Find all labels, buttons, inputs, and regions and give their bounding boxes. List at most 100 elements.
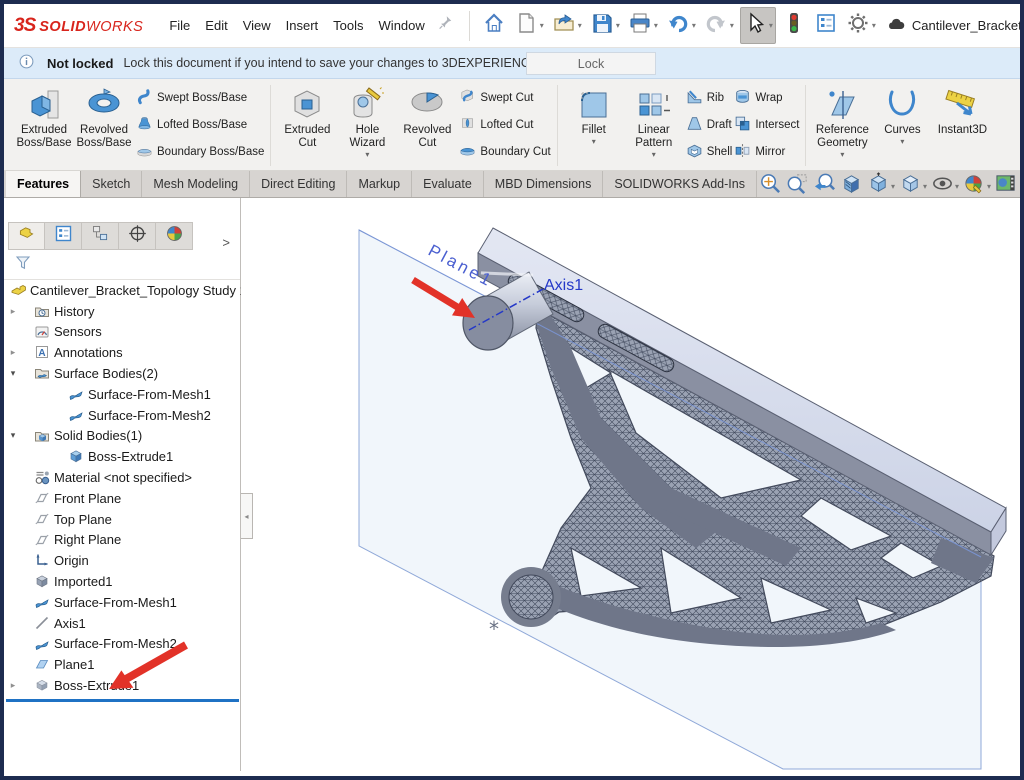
home-button[interactable] <box>480 8 508 43</box>
dropdown-caret-icon[interactable]: ▾ <box>769 21 773 30</box>
reference-geometry-button[interactable]: Reference Geometry▾ <box>812 84 872 160</box>
fillet-button[interactable]: Fillet▾ <box>564 84 624 147</box>
tab-markup[interactable]: Markup <box>347 171 412 197</box>
redo-button[interactable]: ▾ <box>702 8 736 43</box>
dropdown-caret-icon[interactable]: ▾ <box>654 21 658 30</box>
tab-direct-editing[interactable]: Direct Editing <box>250 171 347 197</box>
zoom-area-button[interactable] <box>786 172 809 200</box>
model-view[interactable]: Axis1 Plane1 * <box>241 198 1019 770</box>
menu-view[interactable]: View <box>243 18 271 33</box>
tree-item-right-plane[interactable]: Right Plane <box>4 530 240 551</box>
panel-tab-propertymanager[interactable] <box>45 222 82 250</box>
menu-tools[interactable]: Tools <box>333 18 363 33</box>
axis1-label[interactable]: Axis1 <box>544 277 583 294</box>
draft-button[interactable]: Draft <box>686 111 733 138</box>
tab-solidworks-add-ins[interactable]: SOLIDWORKS Add-Ins <box>603 171 757 197</box>
revolved-boss-button[interactable]: Revolved Boss/Base <box>74 84 134 150</box>
tree-item-boss-extrude1[interactable]: Boss-Extrude1 <box>4 446 240 467</box>
gear-button[interactable]: ▾ <box>844 8 878 43</box>
lock-button[interactable]: Lock <box>526 52 656 75</box>
tab-evaluate[interactable]: Evaluate <box>412 171 484 197</box>
dropdown-caret-icon[interactable]: ▾ <box>578 21 582 30</box>
collapse-arrow-icon[interactable]: ▾ <box>8 430 18 441</box>
intersect-button[interactable]: Intersect <box>734 111 799 138</box>
boundary-cut-button[interactable]: Boundary Cut <box>459 138 550 165</box>
dropdown-caret-icon[interactable]: ▾ <box>540 21 544 30</box>
tree-item-history[interactable]: ▸History <box>4 301 240 322</box>
swept-cut-button[interactable]: Swept Cut <box>459 84 550 111</box>
select-cursor-button[interactable]: ▾ <box>740 7 776 44</box>
lofted-boss-button[interactable]: Lofted Boss/Base <box>136 111 264 138</box>
traffic-light-button[interactable] <box>780 8 808 43</box>
expand-arrow-icon[interactable]: ▸ <box>8 680 18 691</box>
tab-mesh-modeling[interactable]: Mesh Modeling <box>142 171 250 197</box>
pin-icon[interactable] <box>437 14 455 37</box>
print-button[interactable]: ▾ <box>626 8 660 43</box>
hole-wizard-button[interactable]: Hole Wizard▾ <box>337 84 397 160</box>
panel-tab-configurationmanager[interactable] <box>82 222 119 250</box>
tab-features[interactable]: Features <box>6 171 81 197</box>
tree-item-origin[interactable]: Origin <box>4 550 240 571</box>
tree-item-cantilever-bracket-topology-study-1[interactable]: Cantilever_Bracket_Topology Study 1 <box>4 280 240 301</box>
collapse-arrow-icon[interactable]: ▾ <box>8 368 18 379</box>
tree-item-plane1[interactable]: Plane1 <box>4 654 240 675</box>
apply-scene-button[interactable] <box>995 172 1018 200</box>
new-document-button[interactable]: ▾ <box>512 8 546 43</box>
swept-boss-button[interactable]: Swept Boss/Base <box>136 84 264 111</box>
panel-tab-featuremanager[interactable] <box>8 222 45 250</box>
menu-window[interactable]: Window <box>379 18 425 33</box>
tree-item-top-plane[interactable]: Top Plane <box>4 509 240 530</box>
tree-item-front-plane[interactable]: Front Plane <box>4 488 240 509</box>
tree-item-surface-bodies-2[interactable]: ▾Surface Bodies(2) <box>4 363 240 384</box>
tree-item-surface-from-mesh1[interactable]: Surface-From-Mesh1 <box>4 592 240 613</box>
tree-item-imported1[interactable]: Imported1 <box>4 571 240 592</box>
tree-item-surface-from-mesh2[interactable]: Surface-From-Mesh2 <box>4 405 240 426</box>
dropdown-caret-icon[interactable]: ▾ <box>900 138 904 147</box>
display-style-button[interactable]: ▾ <box>899 172 927 200</box>
instant3d-button[interactable]: Instant3D <box>932 84 992 137</box>
tree-item-axis1[interactable]: Axis1 <box>4 613 240 634</box>
expand-arrow-icon[interactable]: ▸ <box>8 306 18 317</box>
extruded-boss-button[interactable]: Extruded Boss/Base <box>14 84 74 150</box>
mirror-button[interactable]: Mirror <box>734 138 799 165</box>
dropdown-caret-icon[interactable]: ▾ <box>872 21 876 30</box>
dropdown-caret-icon[interactable]: ▾ <box>616 21 620 30</box>
tree-item-sensors[interactable]: Sensors <box>4 322 240 343</box>
tree-item-surface-from-mesh2[interactable]: Surface-From-Mesh2 <box>4 634 240 655</box>
panel-splitter-handle[interactable]: ◂ <box>241 493 253 539</box>
shell-button[interactable]: Shell <box>686 138 733 165</box>
revolved-cut-button[interactable]: Revolved Cut <box>397 84 457 150</box>
hide-show-items-button[interactable]: ▾ <box>931 172 959 200</box>
tree-item-material-not-specified[interactable]: Material <not specified> <box>4 467 240 488</box>
tree-item-solid-bodies-1[interactable]: ▾Solid Bodies(1) <box>4 426 240 447</box>
filter-funnel-icon[interactable] <box>14 254 32 277</box>
tab-mbd-dimensions[interactable]: MBD Dimensions <box>484 171 604 197</box>
list-options-button[interactable] <box>812 8 840 43</box>
tab-sketch[interactable]: Sketch <box>81 171 142 197</box>
save-button[interactable]: ▾ <box>588 8 622 43</box>
dropdown-caret-icon[interactable]: ▾ <box>365 151 369 160</box>
dropdown-caret-icon[interactable]: ▾ <box>923 182 927 191</box>
open-button[interactable]: ▾ <box>550 8 584 43</box>
menu-file[interactable]: File <box>169 18 190 33</box>
panel-collapse-chevron[interactable]: > <box>222 235 230 250</box>
panel-tab-displaymanager[interactable] <box>156 222 193 250</box>
menu-insert[interactable]: Insert <box>286 18 319 33</box>
graphics-viewport[interactable]: Axis1 Plane1 * ◂ <box>241 198 1020 771</box>
zoom-fit-button[interactable] <box>759 172 782 200</box>
undo-button[interactable]: ▾ <box>664 8 698 43</box>
dropdown-caret-icon[interactable]: ▾ <box>692 21 696 30</box>
dropdown-caret-icon[interactable]: ▾ <box>955 182 959 191</box>
dropdown-caret-icon[interactable]: ▾ <box>652 151 656 160</box>
tree-item-surface-from-mesh1[interactable]: Surface-From-Mesh1 <box>4 384 240 405</box>
dropdown-caret-icon[interactable]: ▾ <box>592 138 596 147</box>
dropdown-caret-icon[interactable]: ▾ <box>840 151 844 160</box>
menu-edit[interactable]: Edit <box>205 18 227 33</box>
rollback-bar[interactable] <box>6 699 239 702</box>
section-view-button[interactable] <box>840 172 863 200</box>
dropdown-caret-icon[interactable]: ▾ <box>987 182 991 191</box>
extruded-cut-button[interactable]: Extruded Cut <box>277 84 337 150</box>
view-orientation-button[interactable]: ▾ <box>867 172 895 200</box>
panel-tab-dimxpertmanager[interactable] <box>119 222 156 250</box>
rib-button[interactable]: Rib <box>686 84 733 111</box>
